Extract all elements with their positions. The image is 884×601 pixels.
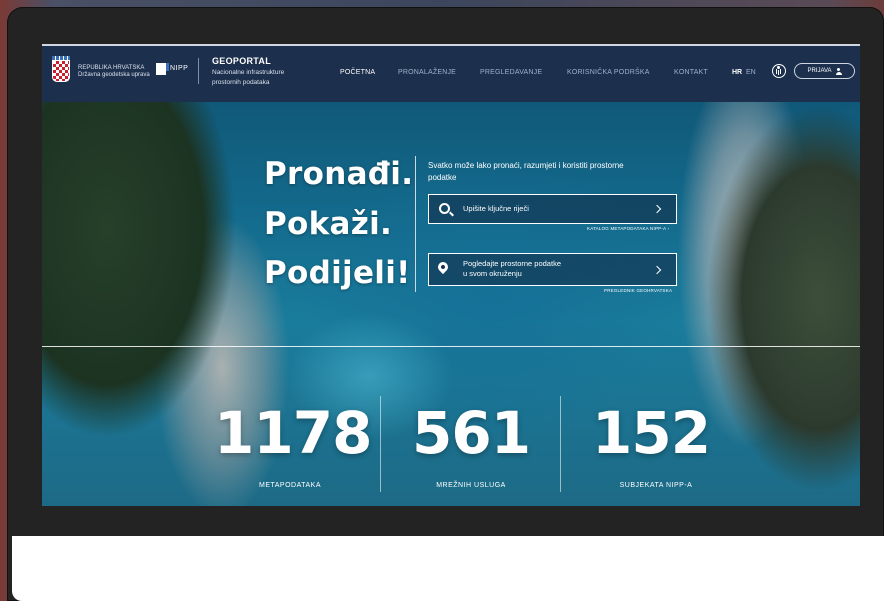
view-data-line2: u svom okruženju <box>463 269 522 278</box>
stat-metadata-label: METAPODATAKA <box>258 482 321 489</box>
login-label: PRIJAVA <box>807 68 832 74</box>
search-icon <box>439 203 450 214</box>
stat-separator <box>560 396 561 492</box>
view-data-line1: Pogledajte prostorne podatke <box>463 259 561 268</box>
nav-item-kontakt[interactable]: KONTAKT <box>674 69 708 76</box>
nav-item-pregledavanje[interactable]: PREGLEDAVANJE <box>480 69 542 76</box>
location-pin-icon <box>435 259 451 275</box>
hero-line-podijeli: Podijeli! <box>264 255 411 291</box>
search-placeholder: Upišite ključne riječi <box>463 204 529 213</box>
stat-subjects-count: 152 <box>592 399 711 467</box>
hero-divider <box>415 156 416 292</box>
accessibility-icon[interactable] <box>772 64 786 78</box>
navbar: REPUBLIKA HRVATSKA Državna geodetska upr… <box>42 46 860 102</box>
website-screen: REPUBLIKA HRVATSKA Državna geodetska upr… <box>42 44 860 506</box>
monitor-bottom-bezel <box>12 536 884 601</box>
search-box[interactable]: Upišite ključne riječi <box>428 194 677 224</box>
geohrvatska-viewer-link[interactable]: PREGLEDNIK GEOHRVATSKA <box>604 288 672 293</box>
nipp-text: NIPP <box>170 65 189 72</box>
view-data-text: Pogledajte prostorne podatke u svom okru… <box>463 259 561 279</box>
country-name: REPUBLIKA HRVATSKA <box>78 65 145 71</box>
hero-line-pronadi: Pronađi. <box>264 156 414 192</box>
view-data-box[interactable]: Pogledajte prostorne podatke u svom okru… <box>428 253 677 286</box>
geoportal-subtitle: Nacionalne infrastrukture prostornih pod… <box>212 69 285 86</box>
agency-name: Državna geodetska uprava <box>78 72 150 78</box>
stat-subjects-label: SUBJEKATA NIPP-A <box>619 482 693 489</box>
nav-item-pocetna[interactable]: POČETNA <box>340 69 375 76</box>
nav-item-pronalazenje[interactable]: PRONALAŽENJE <box>398 69 456 76</box>
institution-name[interactable]: REPUBLIKA HRVATSKA Državna geodetska upr… <box>78 65 150 79</box>
croatian-crest-icon[interactable] <box>52 56 70 82</box>
stat-services-label: MREŽNIH USLUGA <box>436 482 506 489</box>
user-icon <box>835 67 842 75</box>
metadata-catalog-link[interactable]: KATALOG METAPODATAKA NIPP-A › <box>587 226 669 231</box>
nipp-mark-icon <box>156 63 169 75</box>
hero-line-pokazi: Pokaži. <box>264 206 393 242</box>
lang-hr[interactable]: HR <box>732 69 742 76</box>
hero-description: Svatko može lako pronaći, razumjeti i ko… <box>428 161 624 182</box>
chevron-right-icon <box>652 265 662 275</box>
chevron-right-icon <box>652 204 662 214</box>
stat-services-count: 561 <box>412 399 531 467</box>
lang-en[interactable]: EN <box>746 69 756 76</box>
stat-metadata-count: 1178 <box>214 399 372 467</box>
nipp-logo[interactable]: NIPP <box>156 63 188 79</box>
logo-divider <box>198 58 199 84</box>
geoportal-title[interactable]: GEOPORTAL <box>212 56 271 66</box>
nav-item-korisnicka-podrska[interactable]: KORISNIČKA PODRŠKA <box>567 69 650 76</box>
login-button[interactable]: PRIJAVA <box>794 63 855 79</box>
stat-separator <box>380 396 381 492</box>
stats-divider <box>42 346 860 347</box>
